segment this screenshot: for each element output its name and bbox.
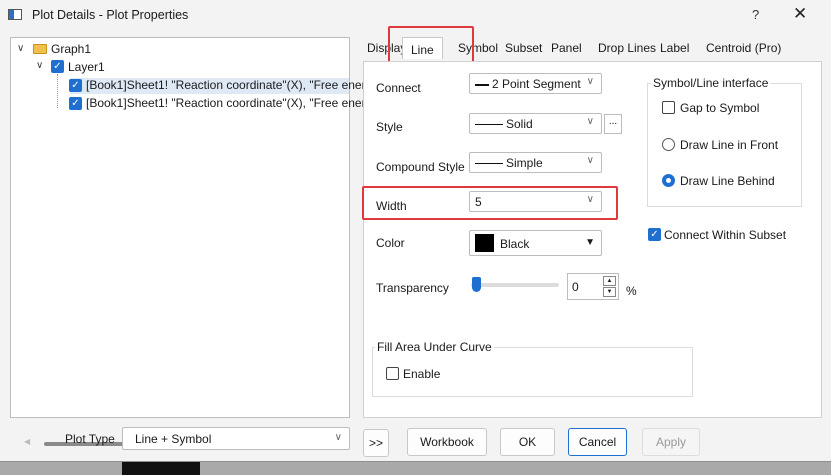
close-button[interactable]: ✕ — [793, 4, 807, 24]
chevron-down-icon: ∨ — [334, 432, 342, 443]
tree-node-plot-1[interactable]: [Book1]Sheet1! "Reaction coordinate"(X),… — [86, 78, 372, 92]
plot-tree[interactable]: ∨ Graph1 ∨ ✓ Layer1 ✓ [Book1]Sheet1! "Re… — [10, 37, 372, 446]
style-dropdown[interactable]: Solid ∨ — [469, 113, 602, 134]
percent-unit: % — [626, 284, 637, 298]
help-button[interactable]: ? — [752, 7, 759, 22]
line-preview — [475, 84, 489, 86]
connect-within-subset-label: Connect Within Subset — [664, 228, 787, 242]
transparency-spinbox[interactable]: 0 ▲ ▼ — [567, 273, 619, 300]
plot-type-label: Plot Type — [65, 432, 115, 446]
line-preview — [475, 163, 503, 164]
tree-node-graph[interactable]: Graph1 — [51, 42, 91, 56]
folder-icon — [33, 44, 47, 54]
tab-centroid[interactable]: Centroid (Pro) — [706, 41, 781, 55]
background-window-strip — [122, 462, 200, 475]
style-more-button[interactable]: ... — [604, 114, 622, 134]
workbook-button[interactable]: Workbook — [407, 428, 487, 456]
expand-button[interactable]: >> — [363, 429, 389, 457]
gap-to-symbol-checkbox[interactable] — [662, 101, 675, 114]
compound-style-value: Simple — [506, 156, 543, 170]
tree-node-plot-2[interactable]: [Book1]Sheet1! "Reaction coordinate"(X),… — [86, 96, 372, 110]
compound-style-dropdown[interactable]: Simple ∨ — [469, 152, 602, 173]
color-value: Black — [500, 237, 530, 251]
plot-type-dropdown[interactable]: Line + Symbol ∨ — [122, 427, 350, 450]
window-title: Plot Details - Plot Properties — [32, 8, 189, 22]
gap-to-symbol-label: Gap to Symbol — [680, 101, 760, 115]
color-label: Color — [376, 236, 405, 250]
chevron-down-icon: ∨ — [586, 76, 594, 87]
ok-button[interactable]: OK — [500, 428, 555, 456]
app-icon — [8, 9, 22, 20]
connect-within-subset-checkbox[interactable]: ✓ — [648, 228, 661, 241]
tree-connector — [57, 74, 58, 108]
chevron-down-icon: ∨ — [586, 194, 594, 205]
fill-enable-checkbox[interactable] — [386, 367, 399, 380]
fill-enable-label: Enable — [403, 367, 441, 381]
tab-drop-lines[interactable]: Drop Lines — [598, 41, 656, 55]
color-swatch — [475, 234, 494, 252]
draw-front-label: Draw Line in Front — [680, 138, 779, 152]
width-value: 5 — [475, 195, 482, 209]
chevron-down-icon[interactable]: ∨ — [17, 43, 24, 54]
tab-panel[interactable]: Panel — [551, 41, 582, 55]
connect-value: 2 Point Segment — [492, 77, 581, 91]
plot-type-value: Line + Symbol — [135, 432, 212, 446]
draw-behind-radio[interactable] — [662, 174, 675, 187]
caret-down-icon: ▼ — [585, 237, 595, 248]
draw-front-radio[interactable] — [662, 138, 675, 151]
chevron-down-icon[interactable]: ∨ — [36, 60, 43, 71]
width-label: Width — [376, 199, 407, 213]
transparency-slider-thumb[interactable] — [472, 277, 481, 292]
connect-label: Connect — [376, 81, 421, 95]
spin-down-icon[interactable]: ▼ — [603, 287, 616, 297]
scroll-left-icon[interactable]: ◀ — [24, 437, 30, 446]
compound-style-label: Compound Style — [376, 160, 465, 174]
style-value: Solid — [506, 117, 533, 131]
spin-up-icon[interactable]: ▲ — [603, 276, 616, 286]
chevron-down-icon: ∨ — [586, 155, 594, 166]
group-title: Symbol/Line interface — [651, 76, 771, 90]
transparency-label: Transparency — [376, 281, 449, 295]
style-label: Style — [376, 120, 403, 134]
tab-label[interactable]: Label — [660, 41, 689, 55]
layer-checkbox[interactable]: ✓ — [51, 60, 64, 73]
cancel-button[interactable]: Cancel — [568, 428, 627, 456]
connect-dropdown[interactable]: 2 Point Segment ∨ — [469, 73, 602, 94]
apply-button[interactable]: Apply — [642, 428, 700, 456]
line-tab-highlight — [388, 26, 474, 65]
plot-checkbox-1[interactable]: ✓ — [69, 79, 82, 92]
tree-node-layer[interactable]: Layer1 — [68, 60, 105, 74]
width-dropdown[interactable]: 5 ∨ — [469, 191, 602, 212]
line-preview — [475, 124, 503, 125]
plot-checkbox-2[interactable]: ✓ — [69, 97, 82, 110]
tab-subset[interactable]: Subset — [505, 41, 542, 55]
plot-details-dialog: Plot Details - Plot Properties ? ✕ ∨ Gra… — [0, 0, 831, 462]
draw-behind-label: Draw Line Behind — [680, 174, 775, 188]
color-dropdown[interactable]: Black ▼ — [469, 230, 602, 256]
transparency-slider-track[interactable] — [471, 283, 559, 287]
fill-area-title: Fill Area Under Curve — [375, 340, 494, 354]
chevron-down-icon: ∨ — [586, 116, 594, 127]
transparency-value[interactable]: 0 — [572, 280, 579, 294]
